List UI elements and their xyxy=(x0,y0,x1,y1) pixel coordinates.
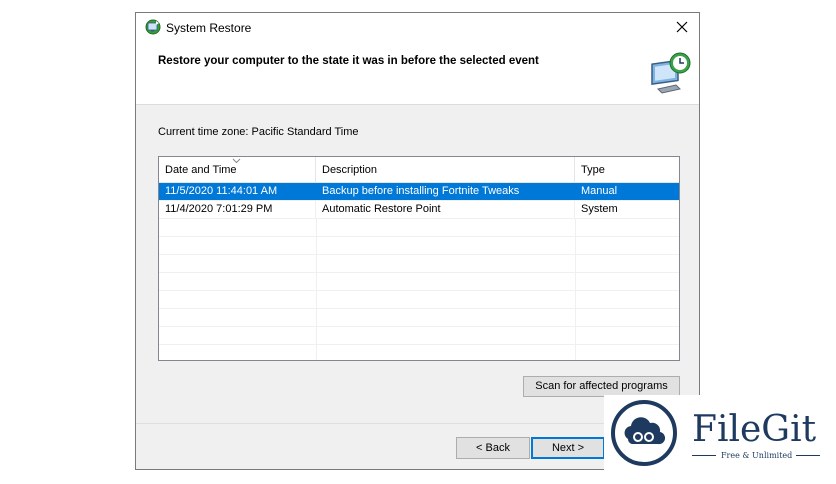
column-description[interactable]: Description xyxy=(316,157,575,182)
close-button[interactable] xyxy=(665,13,699,43)
sort-arrow-icon xyxy=(232,158,241,164)
back-button[interactable]: < Back xyxy=(456,437,530,459)
filegit-watermark: FileGit Free & Unlimited xyxy=(604,395,836,484)
column-type[interactable]: Type xyxy=(575,157,679,182)
empty-row xyxy=(159,255,679,273)
restore-monitor-clock-icon xyxy=(646,49,694,97)
restore-points-list[interactable]: Date and Time Description Type 11/5/2020… xyxy=(158,156,680,361)
row-description: Backup before installing Fortnite Tweaks xyxy=(316,183,575,200)
system-restore-icon xyxy=(145,19,161,35)
tagline-rule-right xyxy=(796,455,820,456)
empty-row xyxy=(159,273,679,291)
table-row[interactable]: 11/5/2020 11:44:01 AM Backup before inst… xyxy=(159,183,679,201)
empty-row xyxy=(159,327,679,345)
close-icon xyxy=(676,21,688,33)
row-date: 11/4/2020 7:01:29 PM xyxy=(159,201,316,218)
row-type: System xyxy=(581,203,618,215)
scan-affected-programs-button[interactable]: Scan for affected programs xyxy=(523,376,680,397)
wizard-header: Restore your computer to the state it wa… xyxy=(136,43,699,105)
table-row[interactable]: 11/4/2020 7:01:29 PM Automatic Restore P… xyxy=(159,201,679,219)
row-date: 11/5/2020 11:44:01 AM xyxy=(159,183,316,200)
filegit-logo-icon xyxy=(611,400,677,466)
empty-row xyxy=(159,219,679,237)
title-bar: System Restore xyxy=(136,13,699,43)
empty-row xyxy=(159,237,679,255)
watermark-name: FileGit xyxy=(692,409,817,450)
row-description: Automatic Restore Point xyxy=(316,201,575,218)
row-type: Manual xyxy=(581,185,618,197)
empty-row xyxy=(159,309,679,327)
window-title: System Restore xyxy=(166,21,252,35)
timezone-label: Current time zone: Pacific Standard Time xyxy=(158,126,359,138)
watermark-tagline: Free & Unlimited xyxy=(721,451,793,460)
header-title: Restore your computer to the state it wa… xyxy=(158,55,539,67)
next-button[interactable]: Next > xyxy=(531,437,605,459)
list-header: Date and Time Description Type xyxy=(159,157,679,183)
empty-row xyxy=(159,345,679,360)
tagline-rule-left xyxy=(692,455,716,456)
empty-row xyxy=(159,291,679,309)
